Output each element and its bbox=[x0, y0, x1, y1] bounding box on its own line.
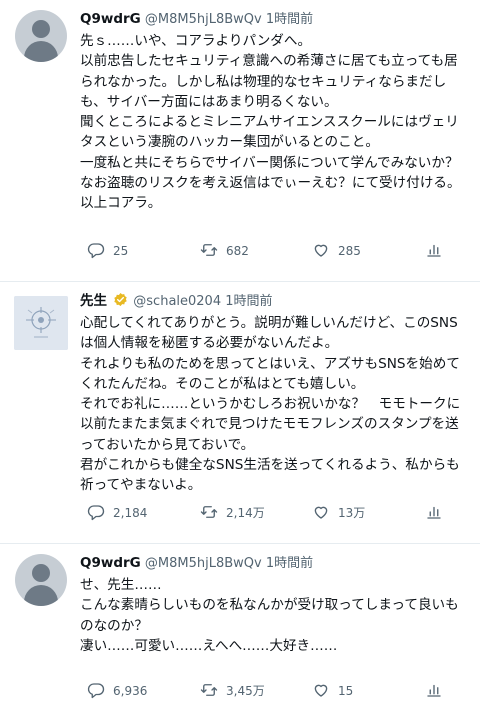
tweet-text: 心配してくれてありがとう。説明が難しいんだけど、このSNSは個人情報を秘匿する必… bbox=[80, 315, 461, 494]
like-count: 285 bbox=[338, 244, 361, 258]
tweet-actions: 25 682 285 bbox=[80, 240, 466, 262]
tweet-actions: 2,184 2,14万 13万 bbox=[80, 502, 466, 524]
reply-icon bbox=[87, 505, 105, 521]
heart-icon bbox=[314, 244, 328, 257]
halo-logo-icon bbox=[14, 296, 68, 350]
tweet[interactable]: Q9wdrG @M8M5hjL8BwQv 1時間前 せ、先生…… こんな素晴らし… bbox=[0, 544, 480, 721]
tweet-header: 先生 @schale0204 1時間前 bbox=[80, 290, 466, 312]
default-avatar-icon[interactable] bbox=[15, 554, 67, 606]
retweet-count: 2,14万 bbox=[226, 506, 265, 520]
reply-icon bbox=[87, 243, 105, 259]
user-handle[interactable]: @M8M5hjL8BwQv bbox=[145, 12, 262, 27]
tweet-text: せ、先生…… こんな素晴らしいものを私なんかが受け取ってしまって良いものなのか？… bbox=[80, 577, 459, 654]
analytics-icon bbox=[427, 506, 441, 519]
reply-count: 2,184 bbox=[113, 506, 148, 520]
retweet-button[interactable]: 2,14万 bbox=[200, 502, 265, 524]
timestamp[interactable]: 1時間前 bbox=[266, 556, 313, 571]
like-button[interactable]: 285 bbox=[312, 240, 361, 262]
reply-button[interactable]: 6,936 bbox=[87, 680, 147, 702]
heart-icon bbox=[314, 684, 328, 697]
tweet-text: 先ｓ……いや、コアラよりパンダへ。 以前忠告したセキュリティ意識への希薄さに居て… bbox=[80, 33, 461, 212]
like-count: 13万 bbox=[338, 506, 366, 520]
tweet-header: Q9wdrG @M8M5hjL8BwQv 1時間前 bbox=[80, 8, 466, 30]
tweet-actions: 6,936 3,45万 15 bbox=[80, 680, 466, 702]
analytics-button[interactable] bbox=[425, 240, 451, 262]
like-count: 15 bbox=[338, 684, 354, 698]
display-name[interactable]: 先生 bbox=[80, 293, 107, 309]
reply-icon bbox=[87, 683, 105, 699]
avatar[interactable] bbox=[14, 296, 68, 350]
display-name[interactable]: Q9wdrG bbox=[80, 11, 141, 27]
retweet-count: 3,45万 bbox=[226, 684, 265, 698]
retweet-button[interactable]: 3,45万 bbox=[200, 680, 265, 702]
retweet-icon bbox=[200, 684, 218, 696]
user-handle[interactable]: @schale0204 bbox=[133, 294, 221, 309]
tweet-header: Q9wdrG @M8M5hjL8BwQv 1時間前 bbox=[80, 552, 466, 574]
retweet-icon bbox=[200, 244, 218, 256]
analytics-button[interactable] bbox=[425, 680, 451, 702]
like-button[interactable]: 15 bbox=[312, 680, 353, 702]
reply-count: 25 bbox=[113, 244, 129, 258]
verified-badge-icon bbox=[114, 292, 127, 307]
reply-button[interactable]: 2,184 bbox=[87, 502, 147, 524]
tweet[interactable]: Q9wdrG @M8M5hjL8BwQv 1時間前 先ｓ……いや、コアラよりパン… bbox=[0, 0, 480, 282]
analytics-icon bbox=[427, 684, 441, 697]
user-handle[interactable]: @M8M5hjL8BwQv bbox=[145, 556, 262, 571]
retweet-count: 682 bbox=[226, 244, 249, 258]
default-avatar-icon[interactable] bbox=[15, 10, 67, 62]
timestamp[interactable]: 1時間前 bbox=[225, 294, 272, 309]
retweet-icon bbox=[200, 506, 218, 518]
analytics-icon bbox=[427, 244, 441, 257]
heart-icon bbox=[314, 506, 328, 519]
timestamp[interactable]: 1時間前 bbox=[266, 12, 313, 27]
display-name[interactable]: Q9wdrG bbox=[80, 555, 141, 571]
like-button[interactable]: 13万 bbox=[312, 502, 365, 524]
analytics-button[interactable] bbox=[425, 502, 451, 524]
retweet-button[interactable]: 682 bbox=[200, 240, 249, 262]
tweet-feed: Q9wdrG @M8M5hjL8BwQv 1時間前 先ｓ……いや、コアラよりパン… bbox=[0, 0, 480, 721]
reply-button[interactable]: 25 bbox=[87, 240, 128, 262]
reply-count: 6,936 bbox=[113, 684, 148, 698]
tweet[interactable]: 先生 @schale0204 1時間前 心配してくれてありがとう。説明が難しいん… bbox=[0, 282, 480, 544]
